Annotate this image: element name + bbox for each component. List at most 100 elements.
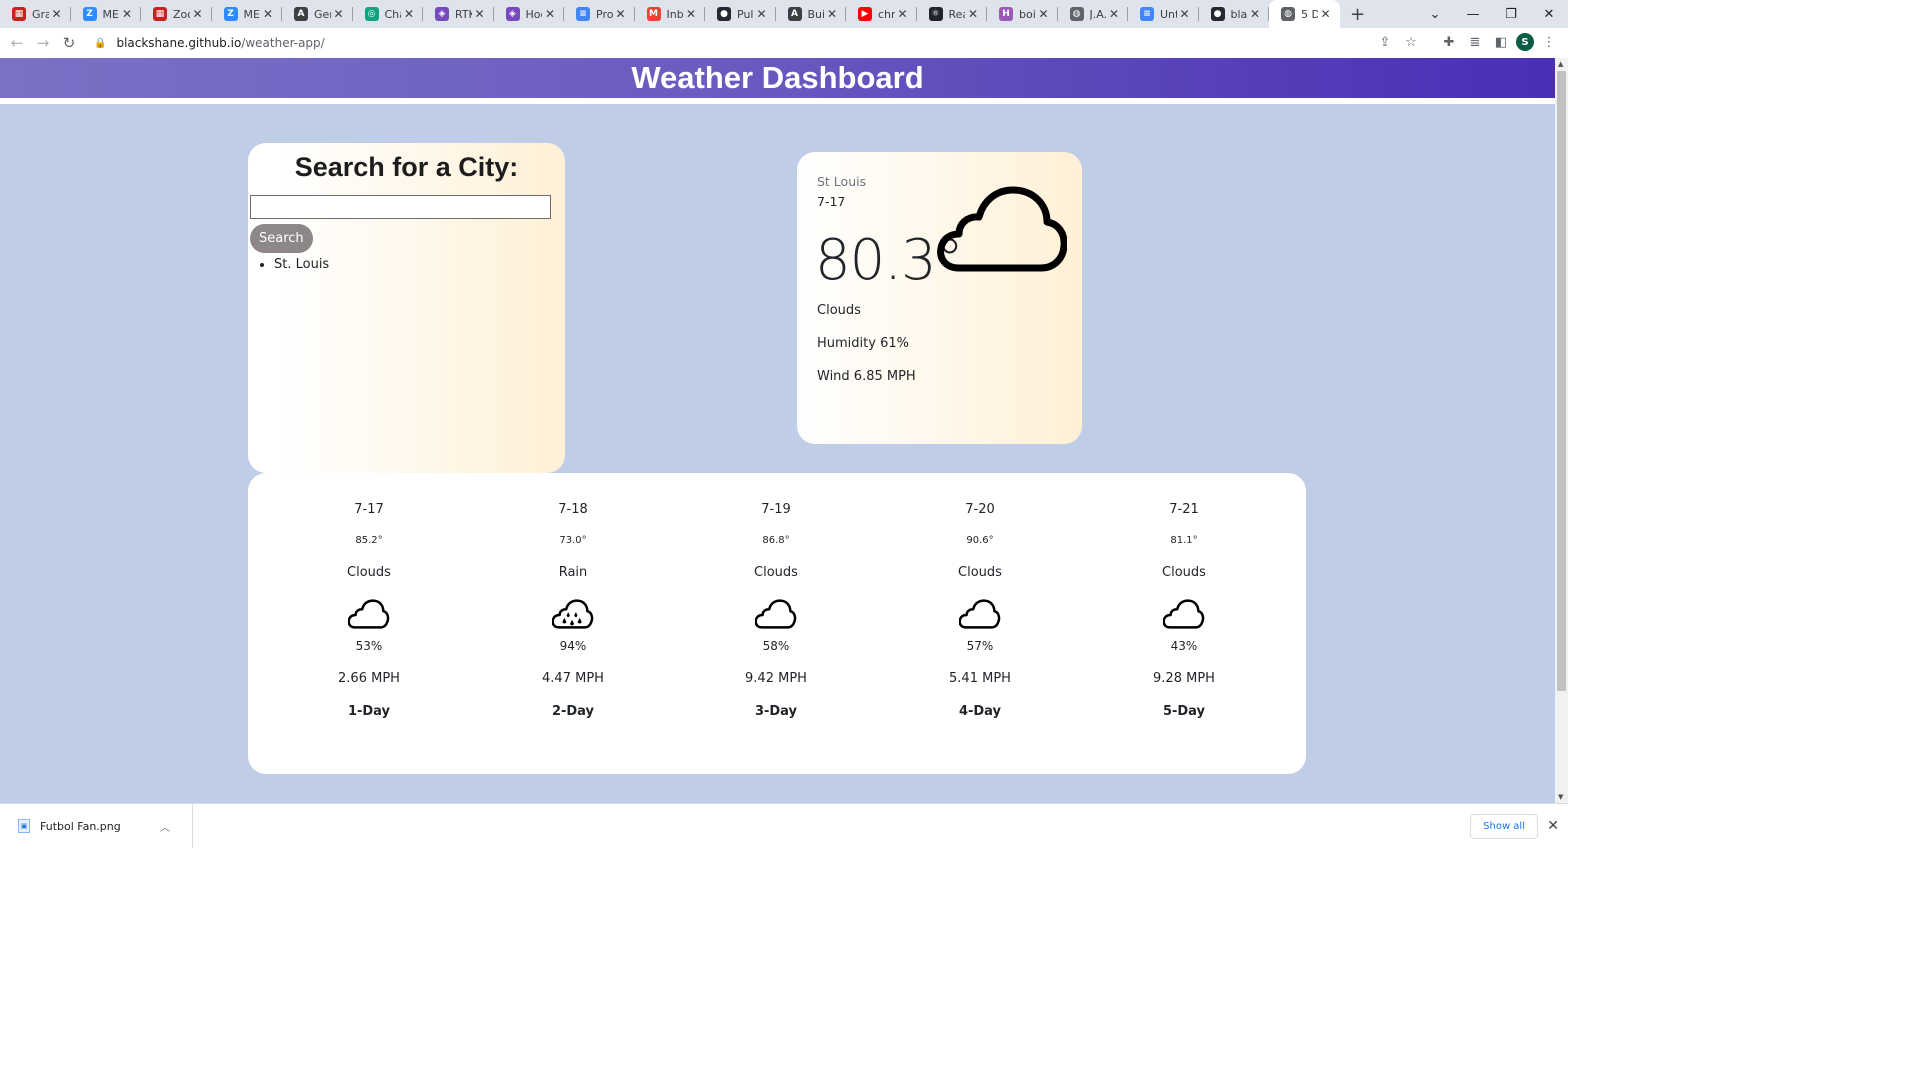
scrollbar-thumb[interactable] — [1557, 71, 1566, 691]
browser-tab[interactable]: ◍ 5 Da✕ — [1269, 0, 1340, 28]
tab-close-icon[interactable]: ✕ — [824, 7, 840, 21]
youtube-favicon-icon: ▶ — [858, 7, 872, 21]
tab-label: MEF — [243, 7, 261, 21]
tab-close-icon[interactable]: ✕ — [1247, 7, 1263, 21]
search-history-list: St. Louis — [274, 256, 565, 274]
url-path: /weather-app/ — [241, 36, 325, 50]
show-all-button[interactable]: Show all — [1470, 814, 1538, 839]
tab-close-icon[interactable]: ✕ — [683, 7, 699, 21]
back-button[interactable]: ← — [4, 30, 30, 56]
tab-label: boil — [1019, 7, 1036, 21]
tab-close-icon[interactable]: ✕ — [1036, 7, 1052, 21]
scroll-down-arrow-icon[interactable]: ▼ — [1558, 793, 1563, 801]
forecast-temperature: 73.0° — [559, 535, 587, 546]
browser-tab[interactable]: ▦ Grad✕ — [0, 0, 71, 28]
browser-tab[interactable]: A Buil✕ — [776, 0, 846, 28]
tab-close-icon[interactable]: ✕ — [260, 7, 276, 21]
browser-tab[interactable]: ◈ RTK✕ — [423, 0, 494, 28]
extensions-puzzle-icon[interactable]: ✚ — [1438, 31, 1460, 53]
tab-close-icon[interactable]: ✕ — [1318, 7, 1334, 21]
media-queue-icon[interactable]: ≣ — [1464, 31, 1486, 53]
tab-label: RTK — [455, 7, 472, 21]
restore-button[interactable]: ❐ — [1492, 0, 1530, 28]
share-icon[interactable]: ⇪ — [1374, 31, 1396, 53]
zoom-favicon-icon: Z — [82, 7, 97, 21]
browser-tab[interactable]: Z MEF✕ — [71, 0, 141, 28]
tab-close-icon[interactable]: ✕ — [1106, 7, 1122, 21]
browser-tab[interactable]: ▦ Zoo✕ — [141, 0, 212, 28]
forward-button[interactable]: → — [30, 30, 56, 56]
download-item[interactable]: ▣ Futbol Fan.png ︿ — [0, 804, 193, 848]
side-panel-icon[interactable]: ◧ — [1490, 31, 1512, 53]
tab-list: ▦Grad✕ZMEF✕▦Zoo✕ZMEF✕AGen✕◎Chat✕◈RTK✕◈Ho… — [0, 0, 1340, 28]
tab-close-icon[interactable]: ✕ — [331, 7, 347, 21]
tab-close-icon[interactable]: ✕ — [895, 7, 911, 21]
browser-toolbar-icons: ⇪ ☆ ✚ ≣ ◧ S ⋮ — [1374, 31, 1560, 53]
profile-avatar[interactable]: S — [1516, 33, 1534, 51]
forecast-wind: 2.66 MPH — [338, 671, 400, 686]
tab-close-icon[interactable]: ✕ — [754, 7, 770, 21]
tab-close-icon[interactable]: ✕ — [49, 7, 65, 21]
chevron-up-icon[interactable]: ︿ — [160, 819, 170, 834]
browser-tab[interactable]: ≡ Unti✕ — [1128, 0, 1199, 28]
browser-tab[interactable]: Hboil✕ — [987, 0, 1058, 28]
new-tab-button[interactable]: + — [1340, 0, 1376, 28]
tab-close-icon[interactable]: ✕ — [472, 7, 488, 21]
browser-tab[interactable]: ◍ J.A.T✕ — [1058, 0, 1128, 28]
forecast-temperature: 90.6° — [966, 535, 994, 546]
reload-button[interactable]: ↻ — [56, 30, 82, 56]
history-item[interactable]: St. Louis — [274, 256, 565, 274]
forecast-description: Clouds — [347, 565, 391, 580]
browser-tab[interactable]: ◈ Hoo✕ — [494, 0, 564, 28]
close-window-button[interactable]: ✕ — [1530, 0, 1568, 28]
cloud-icon — [959, 599, 1001, 629]
bookmark-star-icon[interactable]: ☆ — [1400, 31, 1422, 53]
menu-kebab-icon[interactable]: ⋮ — [1538, 31, 1560, 53]
forecast-day-label: 1-Day — [347, 704, 391, 719]
forecast-day: 7-17 85.2° Clouds 53% 2.66 MPH 1-Day — [267, 473, 471, 774]
scroll-up-arrow-icon[interactable]: ▲ — [1558, 60, 1563, 68]
page-scrollbar[interactable]: ▲ ▼ — [1555, 58, 1568, 803]
browser-tab[interactable]: M Inbo✕ — [635, 0, 705, 28]
url-host: blackshane.github.io — [116, 36, 242, 50]
city-search-input[interactable] — [250, 195, 551, 219]
tab-close-icon[interactable]: ✕ — [613, 7, 629, 21]
browser-tab[interactable]: ◎ Chat✕ — [353, 0, 423, 28]
forecast-description: Clouds — [754, 565, 798, 580]
tab-label: chri — [878, 7, 895, 21]
tab-label: MEF — [102, 7, 120, 21]
browser-tab[interactable]: ⚛ Rea✕ — [917, 0, 987, 28]
redux-favicon-icon: ◈ — [435, 7, 449, 21]
url-field[interactable]: 🔒 blackshane.github.io/weather-app/ — [94, 31, 1404, 55]
browser-tab[interactable]: A Gen✕ — [282, 0, 353, 28]
forecast-temperature: 86.8° — [762, 535, 790, 546]
forecast-humidity: 57% — [966, 639, 994, 653]
search-heading: Search for a City: — [294, 152, 519, 182]
browser-tab[interactable]: ▶ chri✕ — [846, 0, 917, 28]
forecast-date: 7-20 — [965, 502, 995, 517]
tab-label: Inbo — [666, 7, 684, 21]
minimize-button[interactable]: — — [1454, 0, 1492, 28]
lock-icon[interactable]: 🔒 — [94, 38, 106, 49]
search-button[interactable]: Search — [250, 224, 313, 253]
tab-close-icon[interactable]: ✕ — [119, 7, 135, 21]
close-download-bar-icon[interactable]: ✕ — [1547, 818, 1559, 834]
tab-close-icon[interactable]: ✕ — [401, 7, 417, 21]
browser-tab[interactable]: ● blac✕ — [1199, 0, 1269, 28]
tab-close-icon[interactable]: ✕ — [190, 7, 206, 21]
tab-close-icon[interactable]: ✕ — [542, 7, 558, 21]
browser-tab[interactable]: ● Pull✕ — [705, 0, 776, 28]
forecast-description: Clouds — [958, 565, 1002, 580]
tab-close-icon[interactable]: ✕ — [1177, 7, 1193, 21]
heroku-favicon-icon: H — [999, 7, 1013, 21]
tab-search-icon[interactable]: ⌄ — [1416, 0, 1454, 28]
tab-label: Chat — [384, 7, 402, 21]
forecast-day-label: 3-Day — [754, 704, 798, 719]
cloud-icon — [937, 186, 1067, 272]
circle-a-favicon-icon: A — [294, 7, 308, 21]
tab-label: Zoo — [173, 7, 190, 21]
tab-close-icon[interactable]: ✕ — [965, 7, 981, 21]
browser-tab[interactable]: Z MEF✕ — [212, 0, 282, 28]
docs-favicon-icon: ≡ — [576, 7, 590, 21]
browser-tab[interactable]: ≡ Proj✕ — [564, 0, 635, 28]
